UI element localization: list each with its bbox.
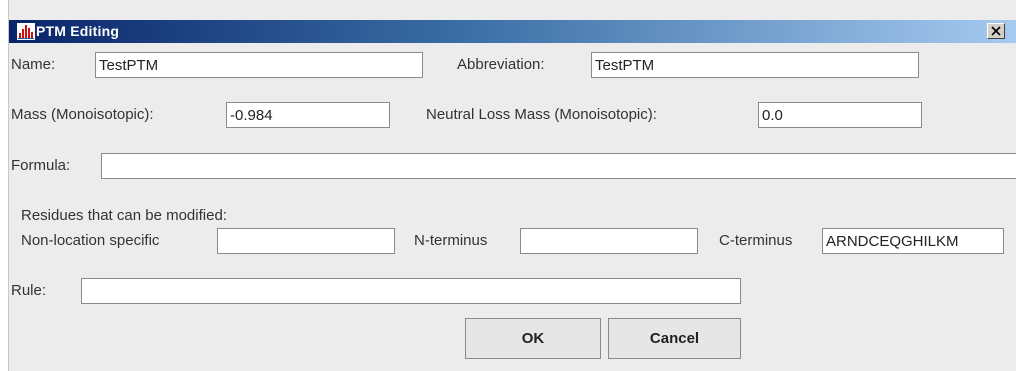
neutral-loss-field[interactable]: [758, 102, 922, 128]
cancel-button[interactable]: Cancel: [608, 318, 741, 359]
mass-field[interactable]: [226, 102, 390, 128]
rule-label: Rule:: [11, 282, 47, 299]
mass-label: Mass (Monoisotopic):: [11, 106, 154, 123]
window-title: PTM Editing: [36, 23, 120, 39]
non-location-field[interactable]: [217, 228, 395, 254]
name-label: Name:: [11, 56, 56, 73]
close-button[interactable]: [987, 23, 1005, 39]
formula-label: Formula:: [11, 157, 71, 174]
abbreviation-label: Abbreviation:: [457, 56, 545, 73]
title-bar[interactable]: PTM Editing: [9, 20, 1016, 43]
ptm-editing-dialog: PTM Editing Name: Abbreviation: Mass (Mo…: [8, 0, 1016, 371]
n-terminus-label: N-terminus: [414, 232, 488, 249]
abbreviation-field[interactable]: [591, 52, 919, 78]
ok-button[interactable]: OK: [465, 318, 601, 359]
n-terminus-field[interactable]: [520, 228, 698, 254]
neutral-loss-label: Neutral Loss Mass (Monoisotopic):: [426, 106, 657, 123]
formula-field[interactable]: [101, 153, 1016, 179]
close-icon: [991, 26, 1001, 36]
bar-chart-icon: [17, 23, 35, 40]
c-terminus-label: C-terminus: [719, 232, 793, 249]
rule-field[interactable]: [81, 278, 741, 304]
non-location-label: Non-location specific: [21, 232, 160, 249]
name-field[interactable]: [95, 52, 423, 78]
residues-heading: Residues that can be modified:: [21, 207, 227, 224]
c-terminus-field[interactable]: [822, 228, 1004, 254]
